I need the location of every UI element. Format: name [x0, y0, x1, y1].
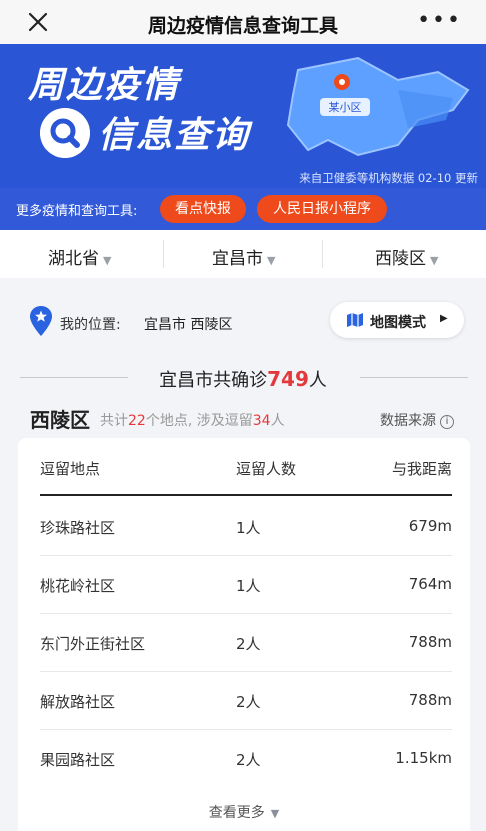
- hero-banner: 周边疫情 信息查询 某小区 来自卫健委等机构数据 02-10 更新: [0, 44, 486, 188]
- column-header-count: 逗留人数: [236, 460, 297, 478]
- divider: [163, 240, 164, 268]
- table-header: 逗留地点 逗留人数 与我距离: [40, 458, 452, 496]
- count-cell: 1人: [236, 519, 261, 537]
- count-cell: 2人: [236, 635, 261, 653]
- divider: [360, 377, 468, 378]
- chevron-down-icon: ▼: [103, 254, 112, 267]
- map-mode-label: 地图模式: [370, 315, 426, 331]
- see-more-button[interactable]: 查看更多 ▼: [18, 802, 470, 822]
- confirmed-count: 749: [267, 367, 309, 391]
- city-select[interactable]: 宜昌市 ▼: [212, 244, 275, 269]
- map-icon: [347, 313, 363, 327]
- confirmed-text: 宜昌市共确诊749人: [0, 366, 486, 392]
- province-label: 湖北省: [48, 249, 99, 269]
- chevron-down-icon: ▼: [270, 807, 280, 820]
- title-bar: 周边疫情信息查询工具 •••: [0, 0, 486, 44]
- distance-cell: 1.15km: [395, 749, 452, 767]
- distance-cell: 764m: [408, 575, 452, 593]
- place-cell: 东门外正街社区: [40, 635, 146, 653]
- place-cell: 珍珠路社区: [40, 519, 116, 537]
- count-cell: 1人: [236, 577, 261, 595]
- see-more-label: 查看更多: [208, 805, 265, 821]
- distance-cell: 788m: [408, 691, 452, 709]
- promo-label: 更多疫情和查询工具:: [16, 204, 138, 219]
- data-source-link[interactable]: 数据来源 i: [380, 410, 454, 430]
- district-summary: 共计22个地点, 涉及逗留34人: [100, 410, 285, 430]
- divider: [322, 240, 323, 268]
- place-cell: 桃花岭社区: [40, 577, 116, 595]
- province-select[interactable]: 湖北省 ▼: [48, 244, 111, 269]
- search-icon: [40, 108, 90, 158]
- summary-prefix: 共计: [100, 413, 128, 429]
- district-select[interactable]: 西陵区 ▼: [375, 244, 438, 269]
- table-row[interactable]: 珍珠路社区 1人 679m: [40, 498, 452, 556]
- chevron-down-icon: ▼: [267, 254, 276, 267]
- location-label: 我的位置:: [60, 317, 121, 333]
- map-label: 某小区: [329, 101, 362, 114]
- places-count: 22: [128, 413, 146, 429]
- region-selector: 湖北省 ▼ 宜昌市 ▼ 西陵区 ▼: [0, 230, 486, 278]
- kandian-button[interactable]: 看点快报: [160, 195, 246, 223]
- distance-cell: 679m: [408, 517, 452, 535]
- count-cell: 2人: [236, 751, 261, 769]
- column-header-place: 逗留地点: [40, 460, 101, 478]
- promo-bar: 更多疫情和查询工具: 看点快报 人民日报小程序: [0, 188, 486, 230]
- location-pin-icon: [30, 306, 52, 336]
- distance-cell: 788m: [408, 633, 452, 651]
- confirmed-suffix: 人: [308, 370, 327, 391]
- table-row[interactable]: 桃花岭社区 1人 764m: [40, 556, 452, 614]
- column-header-distance: 与我距离: [391, 460, 452, 478]
- table-row[interactable]: 东门外正街社区 2人 788m: [40, 614, 452, 672]
- people-count: 34: [252, 413, 271, 429]
- city-label: 宜昌市: [212, 249, 263, 269]
- district-title: 西陵区: [30, 408, 90, 432]
- location-value: 宜昌市 西陵区: [144, 317, 233, 333]
- play-icon: ▶: [440, 313, 448, 324]
- summary-mid: 个地点, 涉及逗留: [145, 413, 253, 429]
- banner-title-line1: 周边疫情: [28, 65, 181, 106]
- peoples-daily-button[interactable]: 人民日报小程序: [257, 195, 387, 223]
- confirmed-prefix: 宜昌市共确诊: [159, 370, 268, 391]
- summary-suffix: 人: [270, 413, 285, 429]
- table-row[interactable]: 解放路社区 2人 788m: [40, 672, 452, 730]
- district-label: 西陵区: [375, 249, 426, 269]
- place-cell: 解放路社区: [40, 693, 116, 711]
- map-illustration: 某小区: [286, 56, 470, 157]
- count-cell: 2人: [236, 693, 261, 711]
- map-mode-button[interactable]: 地图模式 ▶: [330, 302, 464, 338]
- confirmed-summary: 宜昌市共确诊749人: [0, 366, 486, 392]
- data-source-note: 来自卫健委等机构数据 02-10 更新: [299, 171, 478, 185]
- places-table-card: 逗留地点 逗留人数 与我距离 珍珠路社区 1人 679m 桃花岭社区 1人 76…: [18, 438, 470, 831]
- more-dots-icon[interactable]: •••: [417, 8, 462, 33]
- table-row[interactable]: 果园路社区 2人 1.15km: [40, 730, 452, 788]
- chevron-down-icon: ▼: [430, 254, 439, 267]
- page-title: 周边疫情信息查询工具: [147, 15, 338, 37]
- place-cell: 果园路社区: [40, 751, 116, 769]
- banner-title-line2: 信息查询: [98, 115, 251, 156]
- info-icon: i: [440, 415, 454, 429]
- data-source-label: 数据来源: [380, 413, 436, 429]
